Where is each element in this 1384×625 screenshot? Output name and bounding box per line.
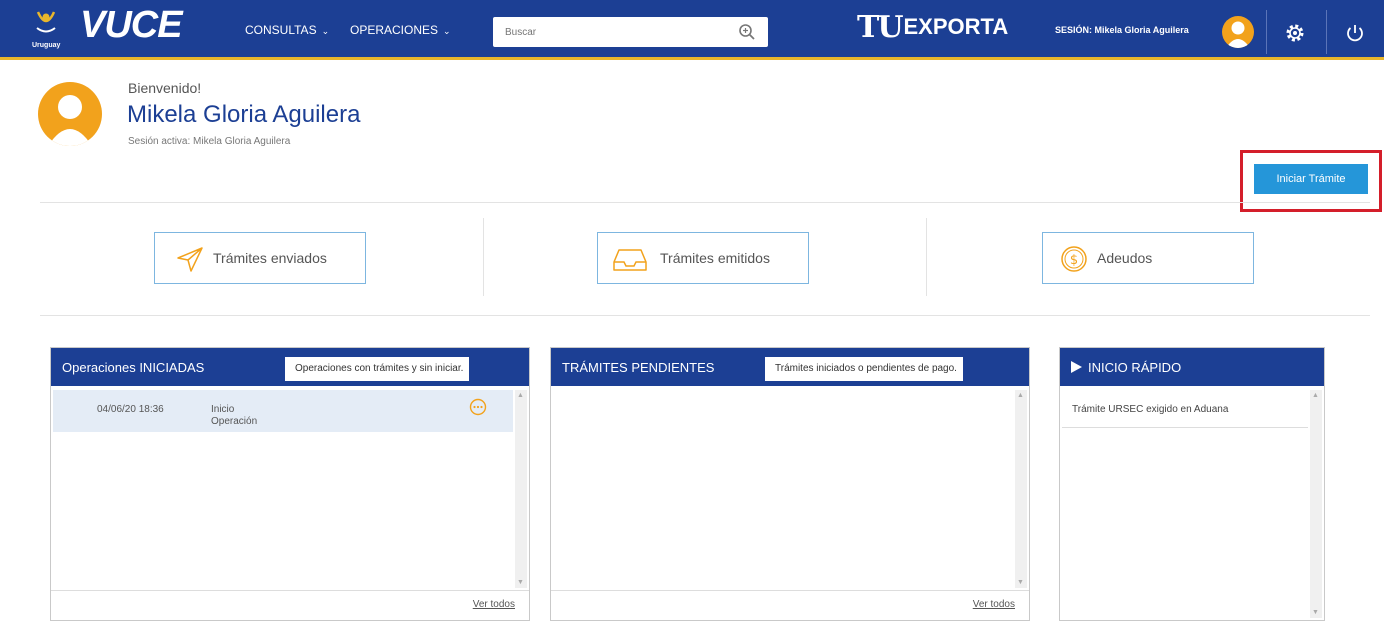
panel-subtitle-badge: Trámites iniciados o pendientes de pago.	[765, 357, 963, 381]
tu-exporta-prefix: TU	[857, 10, 903, 45]
panel-quick-start: INICIO RÁPIDO Trámite URSEC exigido en A…	[1059, 347, 1325, 621]
scrollbar[interactable]: ▲ ▼	[515, 390, 527, 588]
gear-icon[interactable]	[1284, 22, 1306, 44]
top-navigation-bar: Uruguay VUCE CONSULTAS ⌄ OPERACIONES ⌄ TUE…	[0, 0, 1384, 60]
panel-title: TRÁMITES PENDIENTES	[562, 360, 715, 375]
panel-title: Operaciones INICIADAS	[62, 360, 205, 375]
shortcut-sent-procedures[interactable]: Trámites enviados	[154, 232, 366, 284]
user-avatar[interactable]	[1222, 16, 1254, 48]
panel-header: TRÁMITES PENDIENTES Trámites iniciados o…	[551, 348, 1029, 386]
welcome-greeting: Bienvenido!	[128, 80, 202, 96]
scroll-up-arrow-icon[interactable]: ▲	[517, 392, 524, 399]
divider	[1266, 10, 1267, 54]
more-options-icon[interactable]	[469, 398, 487, 416]
svg-text:$: $	[1070, 253, 1078, 268]
inbox-tray-icon	[613, 249, 647, 271]
view-all-link[interactable]: Ver todos	[973, 599, 1015, 610]
brand-name: VUCE	[80, 4, 183, 46]
operation-status-line: Operación	[211, 416, 258, 427]
user-silhouette-icon	[48, 95, 92, 146]
uruguay-crest-icon	[36, 11, 56, 33]
shortcut-label: Trámites emitidos	[660, 250, 770, 266]
menu-operaciones[interactable]: OPERACIONES ⌄	[350, 23, 451, 37]
chevron-down-icon: ⌄	[443, 26, 451, 36]
divider	[40, 315, 1370, 316]
panel-pending-procedures: TRÁMITES PENDIENTES Trámites iniciados o…	[550, 347, 1030, 621]
power-icon[interactable]	[1344, 22, 1366, 44]
divider	[1326, 10, 1327, 54]
menu-consultas[interactable]: CONSULTAS ⌄	[245, 23, 329, 37]
play-arrow-icon	[1071, 361, 1082, 373]
menu-consultas-label: CONSULTAS	[245, 23, 317, 37]
search-input[interactable]	[493, 17, 728, 47]
scrollbar[interactable]: ▲ ▼	[1310, 390, 1322, 618]
panel-footer: Ver todos	[551, 590, 1029, 620]
active-session-text: Sesión activa: Mikela Gloria Aguilera	[128, 136, 291, 147]
panel-title: INICIO RÁPIDO	[1088, 360, 1182, 375]
search-icon[interactable]	[738, 23, 756, 41]
operation-status: Inicio Operación	[211, 404, 257, 428]
session-label: SESIÓN: Mikela Gloria Aguilera	[1055, 25, 1189, 35]
list-item[interactable]: Trámite URSEC exigido en Aduana	[1062, 390, 1308, 428]
quick-start-item-label: Trámite URSEC exigido en Aduana	[1072, 404, 1229, 415]
scroll-down-arrow-icon[interactable]: ▼	[517, 579, 524, 586]
operation-status-line: Inicio	[211, 404, 235, 415]
send-icon	[177, 247, 203, 272]
chevron-down-icon: ⌄	[321, 26, 330, 36]
divider	[40, 202, 1370, 203]
scroll-down-arrow-icon[interactable]: ▼	[1312, 609, 1319, 616]
table-row[interactable]: 04/06/20 18:36 Inicio Operación	[53, 390, 513, 432]
scroll-up-arrow-icon[interactable]: ▲	[1312, 392, 1319, 399]
tu-exporta-label: EXPORTA	[903, 14, 1009, 39]
scrollbar[interactable]: ▲ ▼	[1015, 390, 1027, 588]
shortcut-issued-procedures[interactable]: Trámites emitidos	[597, 232, 809, 284]
operation-date: 04/06/20 18:36	[97, 404, 164, 415]
shortcut-label: Trámites enviados	[213, 250, 327, 266]
panel-footer: Ver todos	[51, 590, 529, 620]
search-box	[493, 17, 768, 47]
profile-avatar	[38, 82, 102, 146]
shortcut-debts[interactable]: $ Adeudos	[1042, 232, 1254, 284]
country-label: Uruguay	[32, 42, 61, 49]
scroll-up-arrow-icon[interactable]: ▲	[1017, 392, 1024, 399]
user-silhouette-icon	[1226, 21, 1250, 48]
dollar-coin-icon: $	[1061, 246, 1087, 272]
start-procedure-button[interactable]: Iniciar Trámite	[1254, 164, 1368, 194]
divider	[483, 218, 484, 296]
scroll-down-arrow-icon[interactable]: ▼	[1017, 579, 1024, 586]
menu-operaciones-label: OPERACIONES	[350, 23, 439, 37]
tu-exporta-logo: TUEXPORTA	[857, 10, 1008, 48]
panel-header: INICIO RÁPIDO	[1060, 348, 1324, 386]
panel-started-operations: Operaciones INICIADAS Operaciones con tr…	[50, 347, 530, 621]
user-name: Mikela Gloria Aguilera	[127, 101, 361, 128]
shortcut-label: Adeudos	[1097, 250, 1153, 266]
view-all-link[interactable]: Ver todos	[473, 599, 515, 610]
panel-header: Operaciones INICIADAS Operaciones con tr…	[51, 348, 529, 386]
divider	[926, 218, 927, 296]
panel-subtitle-badge: Operaciones con trámites y sin iniciar.	[285, 357, 470, 381]
